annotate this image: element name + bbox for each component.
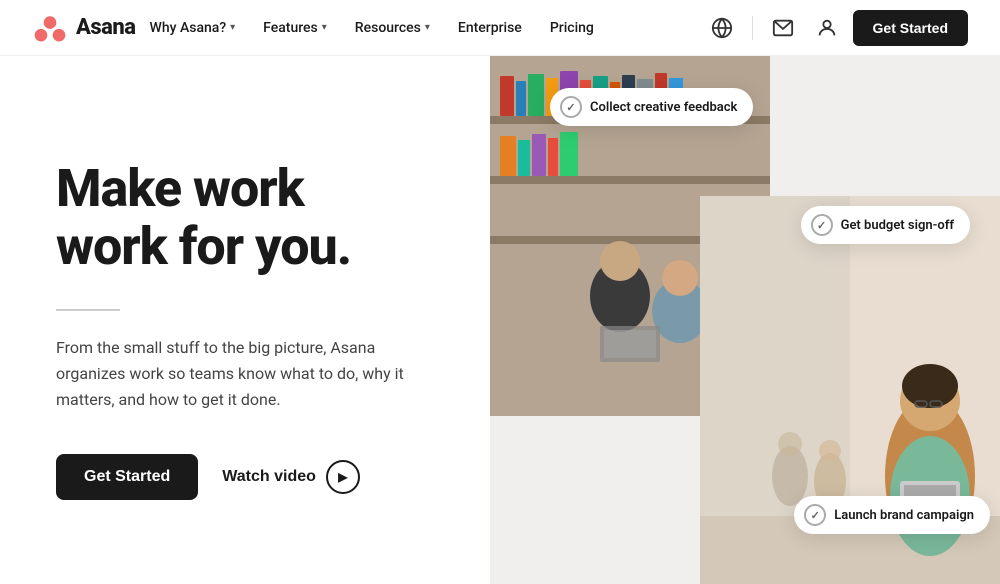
user-icon — [816, 17, 838, 39]
task-pill-collect-feedback: ✓ Collect creative feedback — [550, 88, 753, 126]
main-container: Make work work for you. From the small s… — [0, 56, 1000, 584]
watch-video-button[interactable]: Watch video ▶ — [222, 460, 360, 494]
globe-icon — [711, 17, 733, 39]
nav-item-resources[interactable]: Resources ▾ — [341, 0, 444, 56]
logo-icon — [32, 10, 68, 46]
image-collage: ✓ Collect creative feedback ✓ Get budget… — [490, 56, 1000, 584]
nav-divider — [752, 16, 753, 40]
task-pill-budget-signoff: ✓ Get budget sign-off — [801, 206, 970, 244]
check-icon: ✓ — [804, 504, 826, 526]
chevron-down-icon: ▾ — [322, 22, 327, 33]
user-button[interactable] — [809, 10, 845, 46]
nav-item-pricing[interactable]: Pricing — [536, 0, 608, 56]
nav-get-started-button[interactable]: Get Started — [853, 10, 968, 46]
hero-get-started-button[interactable]: Get Started — [56, 454, 198, 500]
play-icon: ▶ — [326, 460, 360, 494]
nav-item-features[interactable]: Features ▾ — [249, 0, 341, 56]
chevron-down-icon: ▾ — [425, 22, 430, 33]
nav-item-why-asana[interactable]: Why Asana? ▾ — [136, 0, 250, 56]
hero-left: Make work work for you. From the small s… — [0, 56, 490, 584]
navbar: Asana Why Asana? ▾ Features ▾ Resources … — [0, 0, 1000, 56]
language-button[interactable] — [704, 10, 740, 46]
chevron-down-icon: ▾ — [230, 22, 235, 33]
hero-title: Make work work for you. — [56, 160, 442, 276]
nav-right: Get Started — [704, 10, 968, 46]
hero-divider — [56, 309, 120, 311]
logo-link[interactable]: Asana — [32, 10, 136, 46]
mail-button[interactable] — [765, 10, 801, 46]
hero-right: ✓ Collect creative feedback ✓ Get budget… — [490, 56, 1000, 584]
check-icon: ✓ — [811, 214, 833, 236]
mail-icon — [772, 17, 794, 39]
hero-actions: Get Started Watch video ▶ — [56, 454, 442, 500]
nav-item-enterprise[interactable]: Enterprise — [444, 0, 536, 56]
hero-description: From the small stuff to the big picture,… — [56, 335, 436, 414]
nav-left: Asana Why Asana? ▾ Features ▾ Resources … — [32, 0, 608, 56]
check-icon: ✓ — [560, 96, 582, 118]
logo-text: Asana — [76, 15, 136, 40]
task-pill-launch-campaign: ✓ Launch brand campaign — [794, 496, 990, 534]
